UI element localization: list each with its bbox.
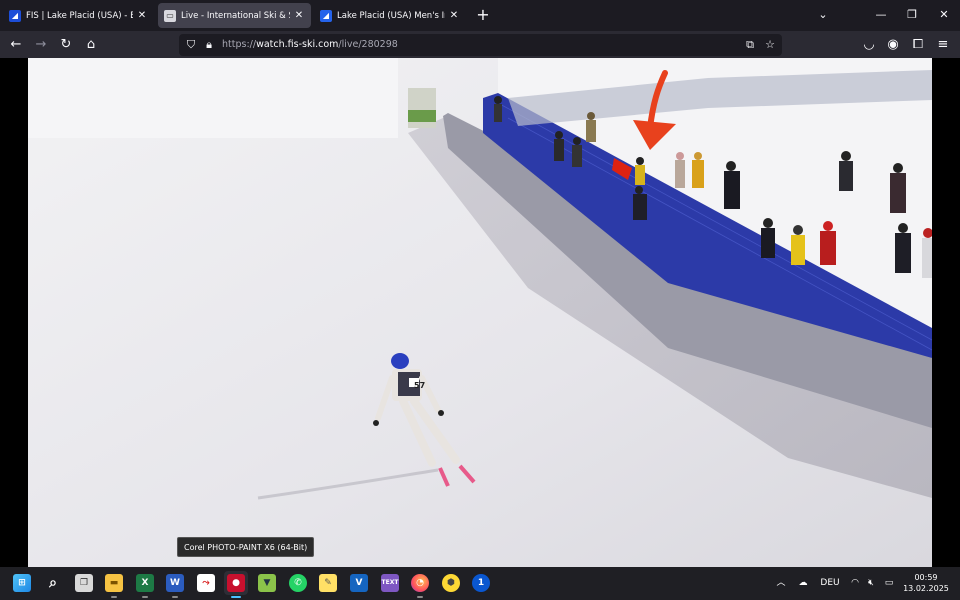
volume-muted-icon[interactable]: 🔇︎ [864, 567, 878, 600]
url-scheme: https:// [222, 39, 257, 50]
taskbar-tooltip: Corel PHOTO-PAINT X6 (64-Bit) [177, 537, 315, 557]
bib-number: 57 [414, 381, 425, 390]
upper-snow [28, 58, 398, 138]
fis-logo-icon: ◢ [9, 9, 21, 22]
back-button[interactable]: ← [5, 34, 27, 56]
close-window-button[interactable]: ✕ [929, 4, 959, 26]
home-button[interactable]: ⌂ [80, 34, 102, 56]
whatsapp-icon[interactable]: ✆ [286, 571, 310, 595]
reload-button[interactable]: ↻ [55, 34, 77, 56]
task-view-icon[interactable]: ❐ [72, 571, 96, 595]
list-all-tabs-button[interactable]: ⌄ [808, 4, 838, 26]
lock-icon[interactable]: 🔒︎ [201, 34, 217, 56]
word-icon[interactable]: W [163, 571, 187, 598]
tab-title: FIS | Lake Placid (USA) - Event Details [26, 10, 133, 21]
address-bar[interactable]: ⛉ 🔒︎ https://watch.fis-ski.com/live/2802… [179, 34, 782, 56]
pdf-icon[interactable]: ⤳ [194, 571, 218, 595]
tracking-protection-icon[interactable]: ⛉ [183, 34, 199, 56]
text-app-icon[interactable]: TEXT [378, 571, 402, 595]
pocket-icon[interactable]: ◡ [858, 34, 880, 56]
show-hidden-icons[interactable]: ︿ [774, 567, 788, 600]
tab-title: Lake Placid (USA) Men's Individual [337, 10, 445, 21]
tab-live[interactable]: ▭ Live - International Ski & Snowboard ✕ [158, 3, 311, 28]
sticky-notes-icon[interactable]: ✎ [316, 571, 340, 595]
wifi-icon[interactable]: ◠ [848, 567, 862, 600]
url-host: watch.fis-ski.com [256, 39, 339, 50]
onedrive-icon[interactable]: ☁ [795, 567, 811, 600]
close-tab-icon[interactable]: ✕ [293, 10, 305, 21]
banner-green [408, 110, 436, 122]
tab-strip: ◢ FIS | Lake Placid (USA) - Event Detail… [0, 0, 960, 31]
clock-date: 13.02.2025 [903, 584, 949, 593]
page-icon: ▭ [164, 9, 176, 22]
account-icon[interactable]: ◉ [882, 34, 904, 56]
extensions-icon[interactable]: ⧠ [907, 34, 929, 56]
taskbar: ⊞ ⌕ ❐ ▬ X W ⤳ ● ▼ ✆ ✎ V TEXT ◔ ⬢ 1 ︿ ☁ D… [0, 567, 960, 600]
close-tab-icon[interactable]: ✕ [136, 10, 148, 21]
clock[interactable]: 00:59 13.02.2025 [900, 572, 952, 594]
tab-title: Live - International Ski & Snowboard [181, 10, 290, 21]
page-content: 57 [0, 58, 960, 567]
close-tab-icon[interactable]: ✕ [448, 10, 460, 21]
battery-icon[interactable]: ▭ [881, 567, 897, 600]
clock-time: 00:59 [914, 573, 938, 582]
picture-in-picture-icon[interactable]: ⧉ [742, 34, 758, 56]
url-text[interactable]: https://watch.fis-ski.com/live/280298 [222, 34, 398, 56]
v-app-icon[interactable]: V [347, 571, 371, 595]
tab-mens-individual[interactable]: ◢ Lake Placid (USA) Men's Individual ✕ [314, 3, 466, 28]
corel-photo-paint-icon[interactable]: ● [224, 571, 248, 598]
restore-button[interactable]: ❐ [897, 4, 927, 26]
tab-fis-event[interactable]: ◢ FIS | Lake Placid (USA) - Event Detail… [3, 3, 154, 28]
minimize-button[interactable]: — [866, 4, 896, 26]
search-icon[interactable]: ⌕ [41, 571, 65, 595]
language-indicator[interactable]: DEU [816, 567, 844, 600]
url-path: /live/280298 [338, 39, 398, 50]
live-video-player[interactable]: 57 [28, 58, 932, 567]
onepassword-icon[interactable]: 1 [469, 571, 493, 595]
pick-icon[interactable]: ▼ [255, 571, 279, 595]
yellow-app-icon[interactable]: ⬢ [439, 571, 463, 595]
start-icon[interactable]: ⊞ [10, 571, 34, 595]
navigation-toolbar: ← → ↻ ⌂ ⛉ 🔒︎ https://watch.fis-ski.com/l… [0, 31, 960, 58]
forward-button[interactable]: → [30, 34, 52, 56]
video-frame: 57 [28, 58, 932, 567]
file-explorer-icon[interactable]: ▬ [102, 571, 126, 598]
firefox-icon[interactable]: ◔ [408, 571, 432, 598]
bookmark-star-icon[interactable]: ☆ [762, 34, 778, 56]
excel-icon[interactable]: X [133, 571, 157, 598]
new-tab-button[interactable]: + [474, 5, 492, 25]
menu-icon[interactable]: ≡ [932, 34, 954, 56]
fis-logo-icon: ◢ [320, 9, 332, 22]
